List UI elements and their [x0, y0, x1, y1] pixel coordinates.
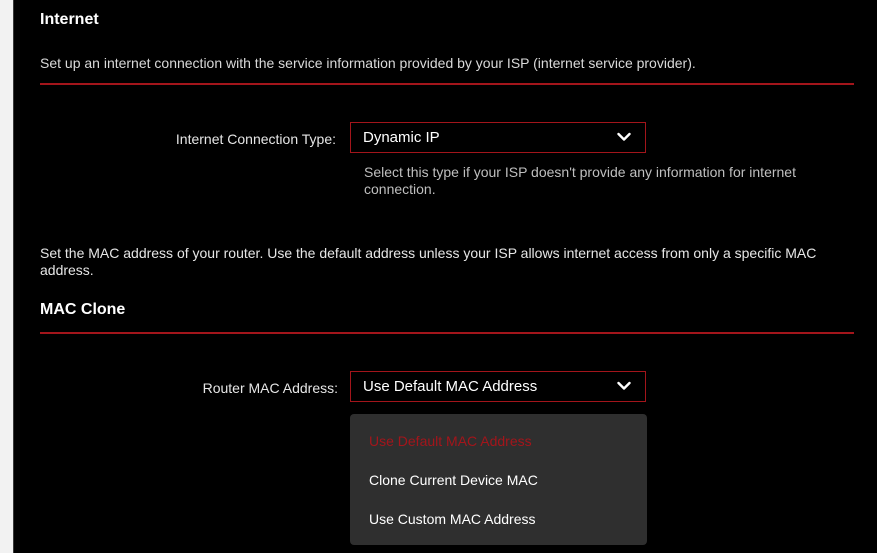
router-mac-value: Use Default MAC Address	[363, 378, 538, 395]
chevron-down-icon	[617, 381, 631, 390]
router-mac-options-menu: Use Default MAC Address Clone Current De…	[350, 414, 647, 545]
connection-type-hint: Select this type if your ISP doesn't pro…	[364, 164, 796, 197]
router-settings-page: Internet Set up an internet connection w…	[0, 0, 877, 553]
router-mac-select[interactable]: Use Default MAC Address	[350, 371, 646, 402]
chevron-down-icon	[617, 132, 631, 141]
mac-clone-section-divider	[40, 332, 854, 334]
connection-type-label: Internet Connection Type:	[175, 131, 336, 147]
mac-clone-section-title: MAC Clone	[40, 301, 126, 318]
router-mac-label: Router MAC Address:	[202, 380, 338, 396]
mac-clone-intro: Set the MAC address of your router. Use …	[40, 245, 817, 278]
menu-option-use-custom-mac[interactable]: Use Custom MAC Address	[369, 511, 536, 527]
connection-type-select[interactable]: Dynamic IP	[350, 122, 646, 153]
internet-section-divider	[40, 83, 854, 85]
internet-section-description: Set up an internet connection with the s…	[40, 55, 696, 71]
connection-type-value: Dynamic IP	[363, 129, 440, 146]
internet-section-title: Internet	[40, 11, 99, 28]
menu-option-use-default-mac[interactable]: Use Default MAC Address	[369, 433, 532, 449]
left-panel-edge	[0, 0, 13, 553]
menu-option-clone-current-device-mac[interactable]: Clone Current Device MAC	[369, 472, 538, 488]
left-panel-divider	[13, 0, 14, 553]
